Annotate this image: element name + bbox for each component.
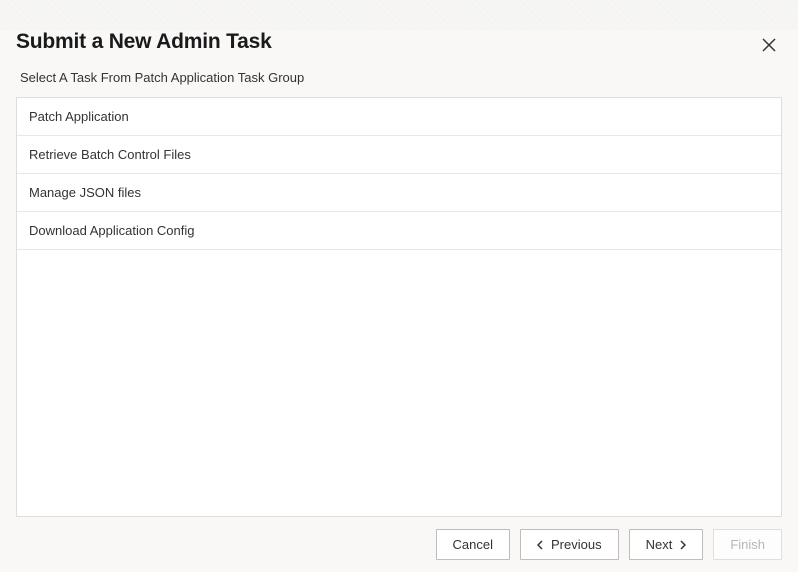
- task-item-manage-json-files[interactable]: Manage JSON files: [17, 174, 781, 212]
- cancel-button-label: Cancel: [453, 537, 493, 552]
- dialog-title: Submit a New Admin Task: [16, 30, 272, 54]
- task-item-label: Patch Application: [29, 109, 129, 124]
- previous-button-label: Previous: [551, 537, 602, 552]
- task-item-label: Manage JSON files: [29, 185, 141, 200]
- close-icon: [762, 38, 776, 52]
- chevron-left-icon: [537, 540, 543, 550]
- task-item-retrieve-batch-control-files[interactable]: Retrieve Batch Control Files: [17, 136, 781, 174]
- finish-button-label: Finish: [730, 537, 765, 552]
- dialog-header: Submit a New Admin Task: [16, 30, 782, 56]
- task-item-label: Download Application Config: [29, 223, 195, 238]
- previous-button[interactable]: Previous: [520, 529, 619, 560]
- cancel-button[interactable]: Cancel: [436, 529, 510, 560]
- task-list: Patch Application Retrieve Batch Control…: [16, 97, 782, 517]
- next-button-label: Next: [646, 537, 673, 552]
- close-button[interactable]: [758, 34, 780, 56]
- dialog-subtitle: Select A Task From Patch Application Tas…: [16, 70, 782, 85]
- finish-button: Finish: [713, 529, 782, 560]
- task-item-patch-application[interactable]: Patch Application: [17, 98, 781, 136]
- dialog-footer: Cancel Previous Next Finish: [0, 517, 798, 572]
- submit-admin-task-dialog: Submit a New Admin Task Select A Task Fr…: [0, 0, 798, 517]
- task-item-label: Retrieve Batch Control Files: [29, 147, 191, 162]
- chevron-right-icon: [680, 540, 686, 550]
- next-button[interactable]: Next: [629, 529, 704, 560]
- task-item-download-application-config[interactable]: Download Application Config: [17, 212, 781, 250]
